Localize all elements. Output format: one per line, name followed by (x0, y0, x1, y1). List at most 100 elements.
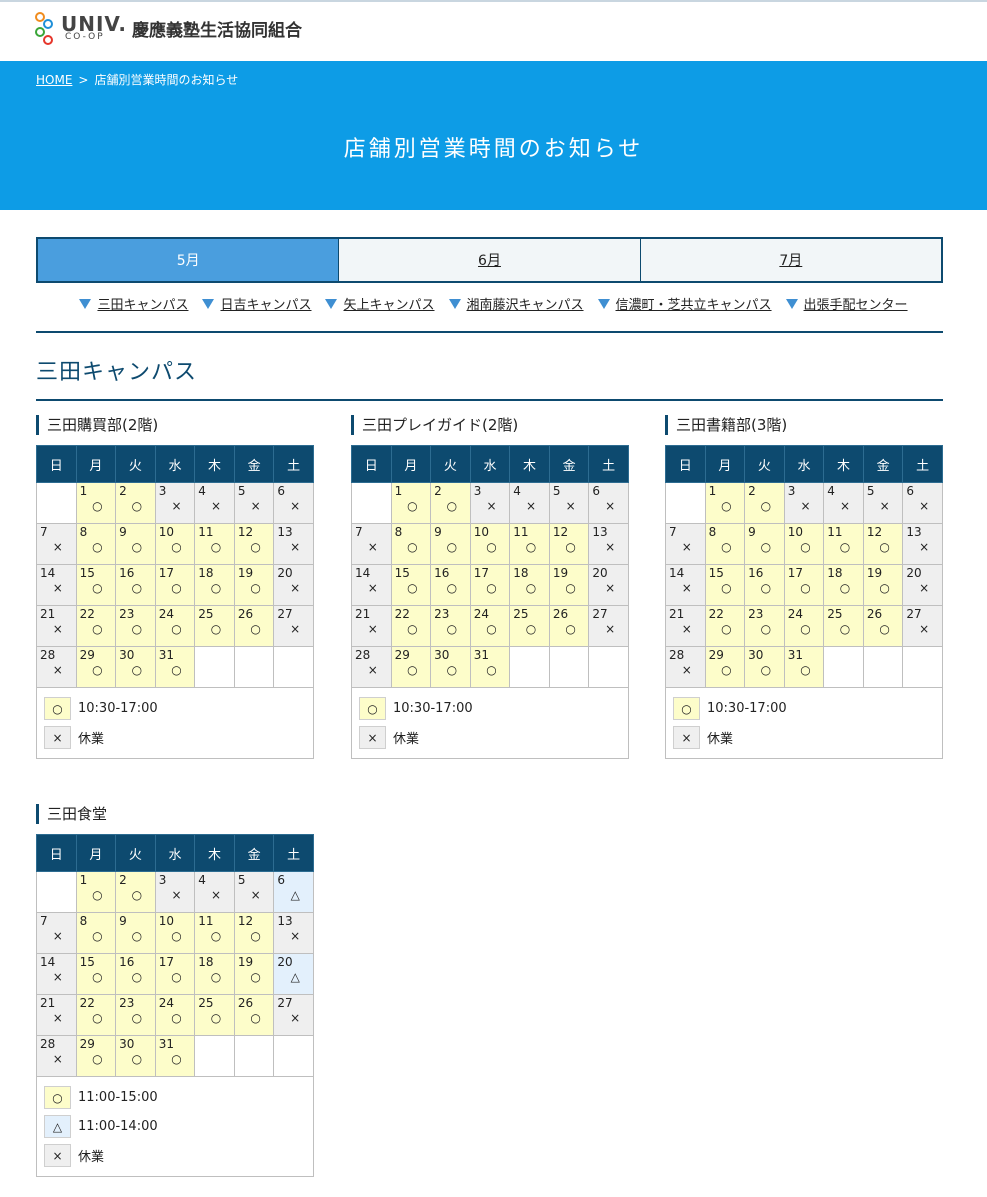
calendar-day-cell: 9 ○ (115, 523, 156, 565)
calendar-day-cell: 28 × (665, 646, 706, 688)
status-mark: × (290, 581, 301, 595)
divider (36, 399, 943, 401)
campus-link-mita[interactable]: 三田キャンパス (79, 294, 188, 313)
status-mark: ○ (92, 622, 103, 636)
status-mark: ○ (760, 499, 772, 513)
calendar-day-cell: 3 × (154, 871, 196, 913)
calendar-day-cell: 15 ○ (75, 564, 117, 606)
calendar-day-cell: 23 ○ (115, 605, 156, 647)
day-number: 21 (355, 607, 371, 621)
status-mark: × (800, 499, 811, 513)
campus-link-delivery-center[interactable]: 出張手配センター (785, 294, 908, 313)
calendar-day-cell: 9 ○ (115, 912, 156, 954)
status-mark: × (250, 499, 261, 513)
day-number: 20 (592, 566, 608, 580)
day-number: 23 (748, 607, 764, 621)
calendar-day-cell: 12 ○ (233, 523, 275, 565)
status-mark: ○ (171, 1052, 182, 1066)
day-number: 7 (40, 525, 48, 539)
calendar-legend: ○ 10:30-17:00 × 休業 (665, 688, 943, 759)
status-mark: × (52, 1052, 63, 1066)
day-number: 26 (237, 607, 254, 621)
day-number: 9 (119, 914, 127, 928)
day-number: 29 (79, 1037, 95, 1051)
status-mark: × (605, 581, 616, 595)
day-number: 1 (708, 484, 717, 498)
calendar-week-row: 21 × 22 ○ 23 ○ 24 ○ 25 ○ 26 ○ 27 × (665, 605, 943, 647)
day-number: 22 (79, 607, 95, 621)
day-number: 1 (79, 873, 88, 887)
status-mark: ○ (800, 581, 811, 595)
calendar-day-cell: 10 ○ (469, 523, 511, 565)
day-number: 17 (158, 955, 174, 969)
day-number: 20 (277, 955, 293, 969)
status-mark: ○ (760, 663, 772, 677)
calendar-day-cell: 25 ○ (194, 605, 235, 647)
day-number: 31 (473, 648, 489, 662)
calendar-day-cell: 4 × (194, 871, 235, 913)
day-number: 6 (277, 873, 286, 887)
day-number: 5 (237, 484, 246, 498)
weekday-header: 月 (704, 445, 746, 483)
day-number: 26 (237, 996, 254, 1010)
calendar-day-cell: 1 ○ (704, 482, 746, 524)
calendar-day-cell: 27 × (273, 605, 314, 647)
day-number: 11 (513, 525, 529, 539)
campus-link-sfc[interactable]: 湘南藤沢キャンパス (448, 294, 584, 313)
calendar-day-cell: 10 ○ (783, 523, 825, 565)
day-number: 30 (748, 648, 764, 662)
status-mark: ○ (839, 581, 851, 595)
weekday-header: 火 (115, 834, 156, 872)
day-number: 1 (394, 484, 403, 498)
status-mark: ○ (210, 929, 222, 943)
status-mark: ○ (446, 622, 458, 636)
calendar-day-cell: 30 ○ (115, 646, 156, 688)
calendar-empty-cell (351, 482, 392, 524)
calendar-day-cell: 30 ○ (115, 1035, 156, 1077)
calendar-day-cell: 23 ○ (115, 994, 156, 1036)
calendar-day-cell: 29 ○ (75, 646, 117, 688)
calendar-legend: ○ 10:30-17:00 × 休業 (351, 688, 629, 759)
calendar-day-cell: 24 ○ (469, 605, 511, 647)
calendar-day-cell: 27 × (902, 605, 943, 647)
status-mark: ○ (171, 970, 182, 984)
calendar-day-cell: 7 × (665, 523, 706, 565)
day-number: 20 (906, 566, 922, 580)
status-mark: ○ (407, 540, 418, 554)
day-number: 15 (79, 955, 95, 969)
day-number: 3 (158, 484, 167, 498)
day-number: 16 (119, 955, 135, 969)
weekday-header: 日 (36, 445, 77, 483)
campus-link-yagami[interactable]: 矢上キャンパス (325, 294, 435, 313)
tab-may[interactable]: 5月 (38, 239, 339, 281)
status-mark: × (52, 540, 63, 554)
tab-july[interactable]: 7月 (639, 239, 941, 281)
day-number: 12 (552, 525, 569, 539)
campus-link-hiyoshi[interactable]: 日吉キャンパス (202, 294, 311, 313)
day-number: 10 (473, 525, 489, 539)
status-mark: ○ (486, 622, 497, 636)
status-mark: ○ (250, 929, 261, 943)
breadcrumb-home-link[interactable]: HOME (36, 73, 72, 87)
status-mark: ○ (171, 1011, 182, 1025)
calendar-empty-cell (823, 646, 864, 688)
tab-june[interactable]: 6月 (338, 239, 640, 281)
store-calendar: 三田購買部(2階) 日月火水木金土 1 ○ 2 ○ 3 × 4 × 5 × 6 × 7 × 8 ○ 9 ○ 10 ○ 11 ○… (36, 415, 314, 759)
calendar-day-cell: 11 ○ (509, 523, 550, 565)
status-mark: ○ (565, 581, 576, 595)
campus-link-shinanomachi[interactable]: 信濃町・芝共立キャンパス (597, 294, 772, 313)
status-mark: × (681, 540, 692, 554)
status-mark: ○ (525, 622, 537, 636)
weekday-header: 日 (36, 834, 77, 872)
calendar-day-cell: 19 ○ (233, 953, 275, 995)
univ-coop-logo[interactable]: UNIV. CO-OP (35, 10, 126, 50)
status-mark: ○ (131, 581, 143, 595)
day-number: 13 (592, 525, 608, 539)
day-number: 27 (277, 607, 293, 621)
day-number: 19 (237, 955, 254, 969)
day-number: 28 (40, 648, 56, 662)
day-number: 23 (119, 996, 135, 1010)
weekday-header: 金 (548, 445, 590, 483)
status-mark: × (681, 581, 692, 595)
calendar-day-cell: 14 × (36, 953, 77, 995)
